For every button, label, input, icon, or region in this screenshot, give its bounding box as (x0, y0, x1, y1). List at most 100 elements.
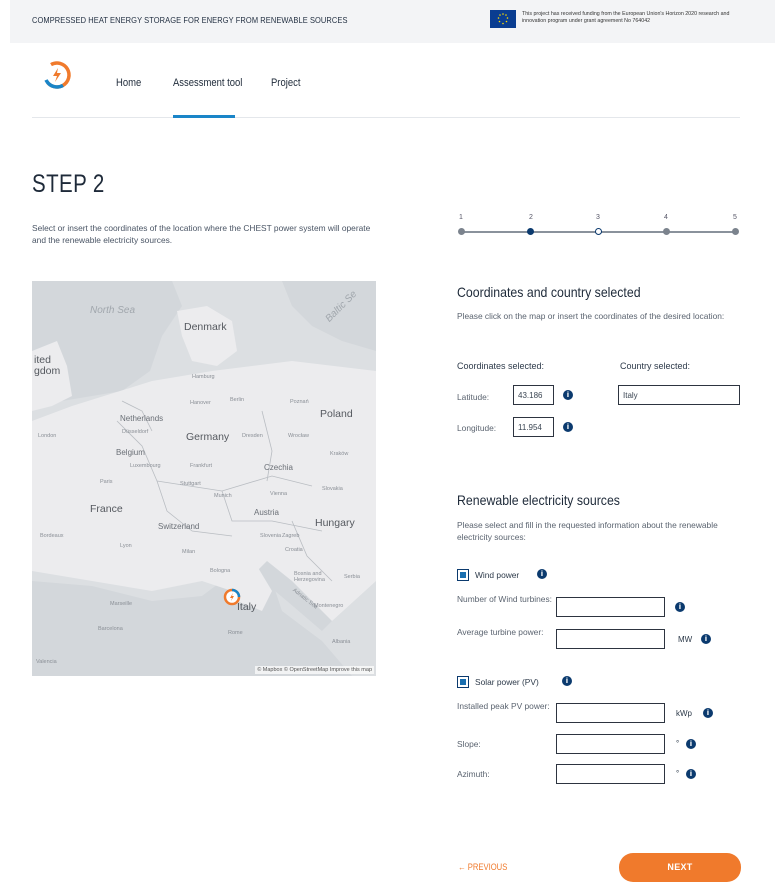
pv-peak-unit: kWp (676, 709, 692, 718)
info-icon[interactable]: i (563, 422, 573, 432)
map-label: Dresden (242, 433, 263, 439)
info-icon[interactable]: i (563, 390, 573, 400)
coordinates-subheading: Coordinates selected: (457, 361, 545, 371)
map-label: Valencia (36, 659, 57, 665)
step-number: 1 (459, 214, 463, 221)
step-progress: 1 2 3 4 5 (455, 212, 745, 242)
map-label: Poznań (290, 399, 309, 405)
info-icon[interactable]: i (562, 676, 572, 686)
map-label: Netherlands (120, 414, 164, 423)
azimuth-label: Azimuth: (457, 769, 490, 779)
nav-project[interactable]: Project (271, 77, 300, 89)
map-label: Denmark (184, 321, 227, 333)
renewables-heading: Renewable electricity sources (457, 492, 620, 508)
map-label: Croatia (285, 547, 303, 553)
map-label: Switzerland (158, 522, 200, 531)
step-dot-5[interactable] (732, 228, 739, 235)
map-attribution[interactable]: © Mapbox © OpenStreetMap Improve this ma… (255, 666, 374, 674)
coordinates-heading: Coordinates and country selected (457, 284, 641, 300)
map-label: Germany (186, 431, 230, 443)
map-label: Hanover (190, 400, 211, 406)
info-icon[interactable]: i (701, 634, 711, 644)
map-label: Slovakia (322, 486, 343, 492)
slope-unit: ° (676, 739, 680, 748)
wind-power-checkbox[interactable] (457, 569, 469, 581)
info-icon[interactable]: i (686, 769, 696, 779)
map-label: Marseille (110, 601, 133, 607)
location-pin-icon[interactable] (223, 588, 241, 606)
map-label: Hungary (315, 517, 355, 529)
azimuth-input[interactable] (556, 764, 665, 784)
map-label: Czechia (264, 463, 293, 472)
nav-divider (32, 117, 740, 118)
longitude-label: Longitude: (457, 423, 497, 433)
info-icon[interactable]: i (686, 739, 696, 749)
map-label: France (90, 503, 123, 515)
map-label: Serbia (344, 574, 360, 580)
map-label: Belgium (116, 448, 145, 457)
step-number: 4 (664, 214, 668, 221)
wind-turbines-input[interactable] (556, 597, 665, 617)
azimuth-unit: ° (676, 769, 680, 778)
project-title: COMPRESSED HEAT ENERGY STORAGE FOR ENERG… (32, 15, 348, 25)
map-label: Barcelona (98, 626, 123, 632)
map-label: Munich (214, 493, 232, 499)
nav-home[interactable]: Home (116, 77, 141, 89)
step-number: 5 (733, 214, 737, 221)
slope-input[interactable] (556, 734, 665, 754)
longitude-input[interactable]: 11.954 (513, 417, 554, 437)
step-dot-3[interactable] (595, 228, 602, 235)
info-icon[interactable]: i (675, 602, 685, 612)
step-dot-1[interactable] (458, 228, 465, 235)
latitude-label: Latitude: (457, 392, 490, 402)
step-dot-4[interactable] (663, 228, 670, 235)
location-map[interactable]: North Sea Baltic Se Denmark ited gdom Ne… (32, 281, 376, 676)
next-button[interactable]: NEXT (619, 853, 741, 882)
map-label: North Sea (90, 305, 136, 316)
map-label: Stuttgart (180, 481, 201, 487)
top-banner: COMPRESSED HEAT ENERGY STORAGE FOR ENERG… (10, 0, 775, 43)
turbine-power-input[interactable] (556, 629, 665, 649)
map-label: Rome (228, 630, 243, 636)
nav-active-indicator (173, 115, 235, 118)
wind-turbines-label: Number of Wind turbines: (457, 594, 552, 604)
map-label: Wrocław (288, 433, 309, 439)
pv-peak-label: Installed peak PV power: (457, 701, 550, 711)
step-number: 3 (596, 214, 600, 221)
eu-flag-icon (490, 10, 516, 28)
renewables-help: Please select and fill in the requested … (457, 520, 718, 542)
pv-peak-input[interactable] (556, 703, 665, 723)
page-title: STEP 2 (32, 170, 105, 198)
slope-label: Slope: (457, 739, 481, 749)
map-label: ited gdom (34, 354, 61, 377)
map-label: Vienna (270, 491, 288, 497)
map-label: Hamburg (192, 374, 215, 380)
turbine-power-unit: MW (678, 635, 693, 644)
map-label: Poland (320, 408, 353, 420)
funding-notice: This project has received funding from t… (522, 11, 730, 24)
turbine-power-label: Average turbine power: (457, 627, 544, 637)
info-icon[interactable]: i (537, 569, 547, 579)
map-label: Bosnia and Herzegovina (294, 571, 325, 583)
nav-assessment-tool[interactable]: Assessment tool (173, 77, 242, 89)
step-number: 2 (529, 214, 533, 221)
latitude-input[interactable]: 43.186 (513, 385, 554, 405)
map-label: Bologna (210, 568, 231, 574)
solar-power-label: Solar power (PV) (475, 677, 539, 687)
step-dot-2[interactable] (527, 228, 534, 235)
step-intro: Select or insert the coordinates of the … (32, 223, 371, 245)
previous-button[interactable]: ← PREVIOUS (458, 862, 507, 872)
map-label: Austria (254, 508, 279, 517)
country-input[interactable]: Italy (618, 385, 740, 405)
map-label: Albania (332, 639, 351, 645)
map-label: Luxembourg (130, 463, 161, 469)
map-label: Paris (100, 479, 113, 485)
solar-power-checkbox[interactable] (457, 676, 469, 688)
map-label: Kraków (330, 451, 349, 457)
info-icon[interactable]: i (703, 708, 713, 718)
country-subheading: Country selected: (620, 361, 691, 371)
chest-logo-icon[interactable] (42, 60, 72, 90)
map-label: Frankfurt (190, 463, 213, 469)
map-label: Berlin (230, 397, 245, 403)
wind-power-label: Wind power (475, 570, 520, 580)
